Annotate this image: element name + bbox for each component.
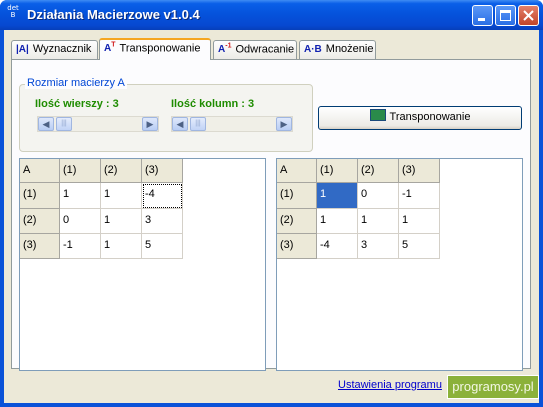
row-header: (2) <box>20 209 60 234</box>
matrix-cell[interactable]: 1 <box>399 209 440 234</box>
col-header: (1) <box>317 159 358 183</box>
matrix-cell-selected[interactable]: 1 <box>317 183 358 209</box>
maximize-button[interactable] <box>495 5 516 26</box>
tab-mnozenie[interactable]: A·B Mnożenie <box>299 40 376 59</box>
matrix-cell[interactable]: 1 <box>101 234 142 259</box>
tab-transponowanie[interactable]: AT Transponowanie <box>99 38 211 60</box>
client-area: |A| Wyznacznik AT Transponowanie A-1 Odwrac… <box>4 30 539 403</box>
minimize-icon <box>478 18 485 21</box>
matrix-cell[interactable]: 1 <box>101 209 142 234</box>
matrix-cell[interactable]: 3 <box>358 234 399 259</box>
scroll-thumb[interactable]: ||| <box>190 117 206 131</box>
tab-label: Mnożenie <box>325 43 374 55</box>
matrix-cell[interactable]: 0 <box>358 183 399 209</box>
maximize-icon <box>500 10 511 21</box>
title-bar[interactable]: det B Działania Macierzowe v1.0.4 <box>0 0 543 30</box>
transpose-button[interactable]: Transponowanie <box>318 106 522 130</box>
scroll-right-arrow-icon[interactable]: ▶ <box>276 117 292 131</box>
matrix-cell[interactable]: -4 <box>317 234 358 259</box>
scroll-thumb[interactable]: ||| <box>56 117 72 131</box>
scroll-right-arrow-icon[interactable]: ▶ <box>142 117 158 131</box>
rows-count-label: Ilość wierszy : 3 <box>35 98 119 110</box>
determinant-icon: |A| <box>16 44 29 55</box>
col-header: (3) <box>142 159 183 183</box>
tab-label: Odwracanie <box>235 43 295 56</box>
settings-link[interactable]: Ustawienia programu <box>338 379 442 391</box>
multiply-icon: A·B <box>304 44 322 55</box>
matrix-cell[interactable]: 5 <box>399 234 440 259</box>
matrix-cell[interactable]: -1 <box>60 234 101 259</box>
row-header: (1) <box>20 183 60 209</box>
tab-label: Transponowanie <box>119 42 201 55</box>
cols-count-label: Ilość kolumn : 3 <box>171 98 255 110</box>
group-title: Rozmiar macierzy A <box>25 77 127 89</box>
matrix-cell[interactable]: 1 <box>358 209 399 234</box>
transpose-button-label: Transponowanie <box>389 111 471 123</box>
matrix-cell[interactable]: 3 <box>142 209 183 234</box>
scroll-left-arrow-icon[interactable]: ◀ <box>38 117 54 131</box>
watermark-logo: programosy.pl <box>447 375 539 399</box>
tab-odwracanie[interactable]: A-1 Odwracanie <box>213 40 297 59</box>
matrix-cell[interactable]: -4 <box>142 183 183 209</box>
col-header: (2) <box>358 159 399 183</box>
matrix-cell[interactable]: 1 <box>60 183 101 209</box>
row-header: (3) <box>277 234 317 259</box>
col-header: (2) <box>101 159 142 183</box>
matrix-cell[interactable]: 1 <box>317 209 358 234</box>
tab-panel-transponowanie: Rozmiar macierzy A Ilość wierszy : 3 Ilo… <box>11 59 531 371</box>
scroll-left-arrow-icon[interactable]: ◀ <box>172 117 188 131</box>
matrix-a-grid[interactable]: A (1) (2) (3) (1) 1 1 -4 (2) 0 1 3 (3) -… <box>19 158 266 371</box>
app-icon: det B <box>7 4 19 19</box>
tab-label: Wyznacznik <box>32 43 92 55</box>
cols-scrollbar[interactable]: ◀ ||| ▶ <box>171 116 293 132</box>
tab-wyznacznik[interactable]: |A| Wyznacznik <box>11 40 98 59</box>
corner-header: A <box>277 159 317 183</box>
corner-header: A <box>20 159 60 183</box>
window-title: Działania Macierzowe v1.0.4 <box>27 7 200 22</box>
app-window: det B Działania Macierzowe v1.0.4 |A| Wyz… <box>0 0 543 407</box>
matrix-transposed-grid[interactable]: A (1) (2) (3) (1) 1 0 -1 (2) 1 1 1 (3) -… <box>276 158 523 371</box>
col-header: (1) <box>60 159 101 183</box>
close-icon <box>523 10 534 21</box>
rows-scrollbar[interactable]: ◀ ||| ▶ <box>37 116 159 132</box>
row-header: (1) <box>277 183 317 209</box>
row-header: (3) <box>20 234 60 259</box>
calculator-icon <box>369 109 386 121</box>
transpose-icon: AT <box>104 42 116 55</box>
matrix-cell[interactable]: -1 <box>399 183 440 209</box>
minimize-button[interactable] <box>472 5 493 26</box>
matrix-cell[interactable]: 5 <box>142 234 183 259</box>
row-header: (2) <box>277 209 317 234</box>
matrix-cell[interactable]: 0 <box>60 209 101 234</box>
close-button[interactable] <box>518 5 539 26</box>
col-header: (3) <box>399 159 440 183</box>
inverse-icon: A-1 <box>218 43 232 56</box>
matrix-size-group: Rozmiar macierzy A Ilość wierszy : 3 Ilo… <box>19 77 313 152</box>
matrix-cell[interactable]: 1 <box>101 183 142 209</box>
